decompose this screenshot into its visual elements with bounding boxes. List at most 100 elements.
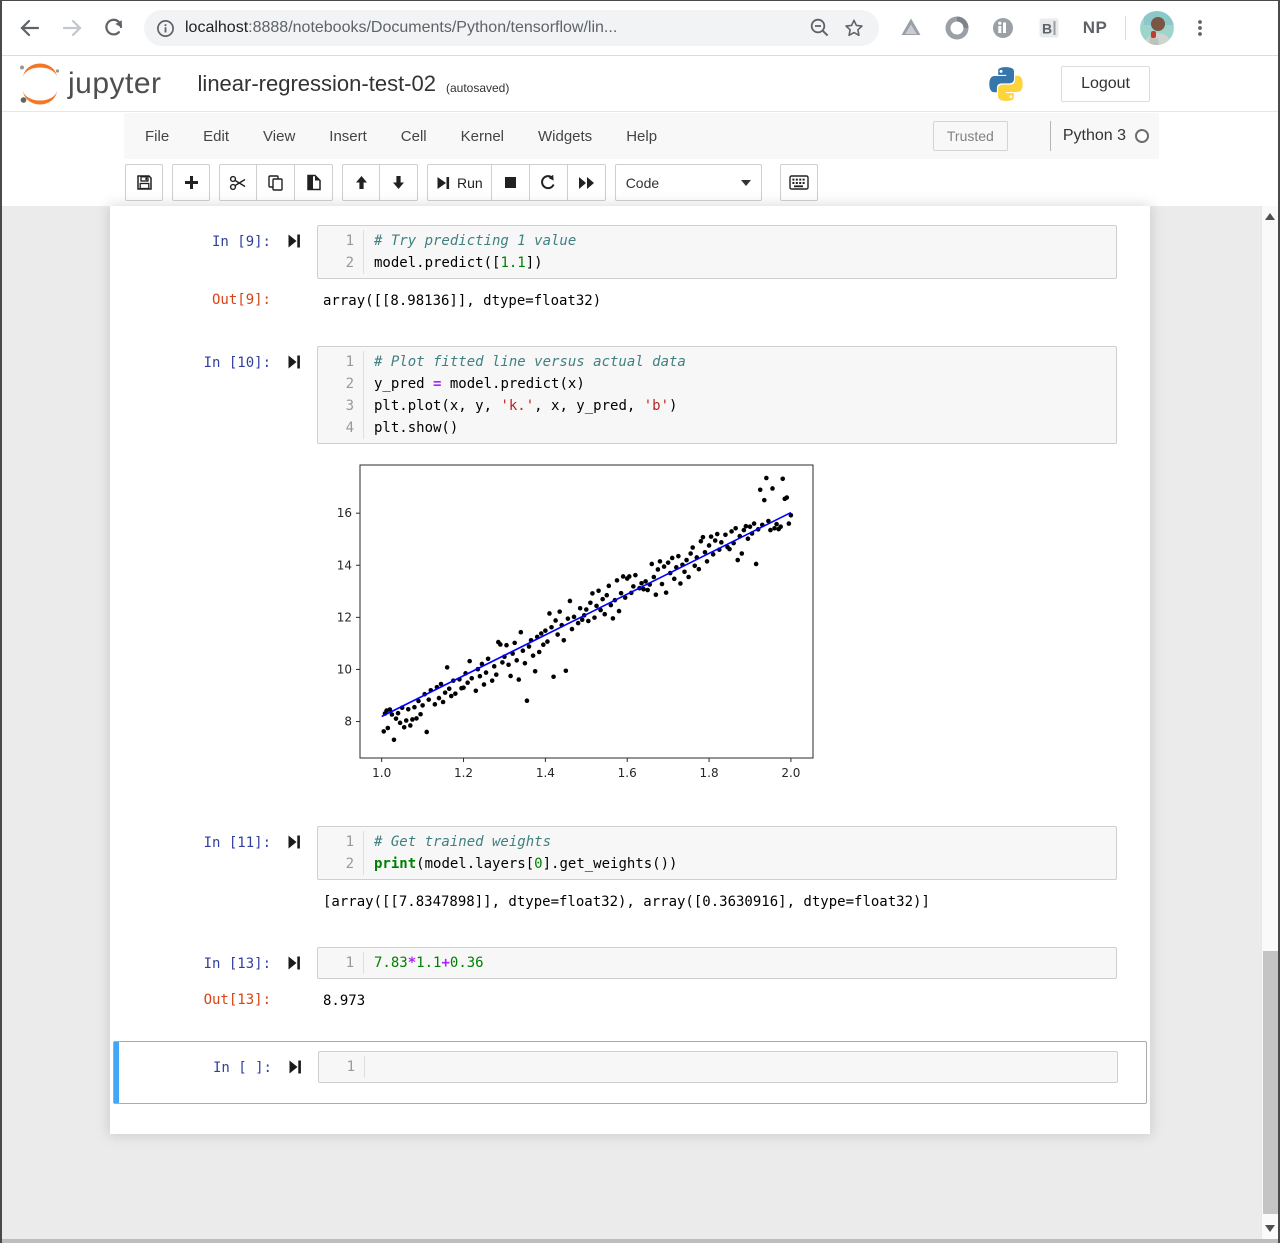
prompt-area: In [9]: [113,225,317,279]
menu-kernel[interactable]: Kernel [444,122,521,151]
line-number-gutter: 12 [318,831,364,875]
code-input-area[interactable]: 1234# Plot fitted line versus actual dat… [317,346,1117,444]
code-cell-1[interactable]: In [9]:12# Try predicting 1 valuemodel.p… [113,220,1147,315]
drive-extension-icon[interactable] [897,14,925,42]
url-text[interactable]: localhost:8888/notebooks/Documents/Pytho… [185,19,799,37]
add-cell-button[interactable] [172,164,210,201]
cell-output: 1.01.21.41.61.82.0810121416 [113,457,1147,790]
trusted-button[interactable]: Trusted [933,121,1008,151]
browser-toolbar: localhost:8888/notebooks/Documents/Pytho… [2,1,1278,56]
code-input-area[interactable]: 17.83*1.1+0.36 [317,947,1117,979]
analytics-extension-icon[interactable] [989,14,1017,42]
page-info-icon[interactable] [156,19,175,38]
toolbar-divider [1125,16,1126,40]
b-extension-icon[interactable]: B [1035,14,1063,42]
window-bottom-edge [2,1239,1278,1243]
bookmark-star-icon[interactable] [841,15,867,41]
code-cell-3[interactable]: In [11]:12# Get trained weightsprint(mod… [113,821,1147,916]
address-bar[interactable]: localhost:8888/notebooks/Documents/Pytho… [144,10,879,46]
run-this-cell-icon[interactable] [272,1051,318,1074]
code-editor[interactable]: # Get trained weightsprint(model.layers[… [364,831,1116,875]
svg-text:10: 10 [337,662,352,676]
forward-icon[interactable] [58,14,86,42]
move-cell-up-button[interactable] [342,164,380,201]
logout-button[interactable]: Logout [1061,66,1150,102]
code-editor[interactable] [365,1056,1117,1078]
paste-button[interactable] [295,164,333,201]
command-palette-button[interactable] [780,164,818,201]
code-line: plt.show() [374,417,1116,439]
output-prompt: Out[9]: [113,292,317,310]
scroll-up-icon[interactable] [1265,213,1275,220]
menu-help[interactable]: Help [609,122,674,151]
circle-extension-icon[interactable] [943,14,971,42]
jupyter-logo-icon[interactable]: jupyter [16,62,162,106]
scrollbar-thumb[interactable] [1263,951,1278,1214]
profile-avatar[interactable] [1140,11,1174,45]
restart-kernel-button[interactable] [530,164,568,201]
np-extension-icon[interactable]: NP [1081,14,1109,42]
menu-edit[interactable]: Edit [186,122,246,151]
svg-text:2.0: 2.0 [781,766,800,780]
zoom-out-icon[interactable] [807,15,833,41]
run-this-cell-icon[interactable] [271,346,317,369]
code-line: model.predict([1.1]) [374,252,1116,274]
cell-output: Out[13]:8.973 [113,992,1147,1010]
svg-text:8: 8 [344,715,352,729]
cell-gap [110,315,1150,341]
jupyter-header: jupyter linear-regression-test-02 (autos… [2,57,1278,112]
restart-run-all-button[interactable] [568,164,606,201]
menu-view[interactable]: View [246,122,312,151]
run-this-cell-icon[interactable] [271,826,317,849]
svg-text:1.0: 1.0 [372,766,391,780]
code-input-area[interactable]: 1 [318,1051,1118,1083]
svg-text:1.4: 1.4 [536,766,555,780]
code-editor[interactable]: 7.83*1.1+0.36 [364,952,1116,974]
cut-button[interactable] [219,164,257,201]
autosave-status: (autosaved) [446,73,509,95]
dropdown-caret-icon [741,180,751,186]
interrupt-kernel-button[interactable] [492,164,530,201]
code-line: # Try predicting 1 value [374,230,1116,252]
python-logo-icon [987,65,1025,103]
reload-icon[interactable] [100,14,128,42]
menu-file[interactable]: File [128,122,186,151]
menubar: FileEditViewInsertCellKernelWidgetsHelp … [124,113,1159,159]
browser-menu-icon[interactable] [1186,14,1214,42]
code-line: # Get trained weights [374,831,1116,853]
copy-button[interactable] [257,164,295,201]
input-prompt: In [ ]: [114,1051,272,1076]
matplotlib-figure: 1.01.21.41.61.82.0810121416 [330,457,828,790]
code-cell-2[interactable]: In [10]: 1234# Plot fitted line versus ac… [113,341,1147,795]
svg-text:1.6: 1.6 [618,766,637,780]
line-number-gutter: 1 [319,1056,365,1078]
menu-insert[interactable]: Insert [312,122,384,151]
cell-gap [110,916,1150,942]
menu-row: FileEditViewInsertCellKernelWidgetsHelp … [2,113,1278,159]
input-prompt: In [10]: [113,346,271,371]
save-button[interactable] [125,164,163,201]
scroll-down-icon[interactable] [1265,1225,1275,1232]
kernel-divider [1050,121,1051,151]
run-button[interactable]: Run [427,164,492,201]
code-editor[interactable]: # Plot fitted line versus actual datay_p… [364,351,1116,439]
cell-type-dropdown[interactable]: Code [615,164,762,201]
code-line: # Plot fitted line versus actual data [374,351,1116,373]
code-cell-4[interactable]: In [13]:17.83*1.1+0.36Out[13]:8.973 [113,942,1147,1015]
kernel-name: Python 3 [1063,127,1126,145]
code-input-area[interactable]: 12# Try predicting 1 valuemodel.predict(… [317,225,1117,279]
menu-widgets[interactable]: Widgets [521,122,609,151]
code-input-area[interactable]: 12# Get trained weightsprint(model.layer… [317,826,1117,880]
notebook-title[interactable]: linear-regression-test-02 [198,71,436,97]
code-editor[interactable]: # Try predicting 1 valuemodel.predict([1… [364,230,1116,274]
menu-cell[interactable]: Cell [384,122,444,151]
run-this-cell-icon[interactable] [271,225,317,248]
code-line: y_pred = model.predict(x) [374,373,1116,395]
back-icon[interactable] [16,14,44,42]
code-line: 7.83*1.1+0.36 [374,952,1116,974]
move-cell-down-button[interactable] [380,164,418,201]
run-this-cell-icon[interactable] [271,947,317,970]
vertical-scrollbar[interactable] [1261,206,1278,1239]
cell-output: Out[9]:array([[8.98136]], dtype=float32) [113,292,1147,310]
code-cell-5[interactable]: In [ ]: 1 [113,1041,1147,1104]
